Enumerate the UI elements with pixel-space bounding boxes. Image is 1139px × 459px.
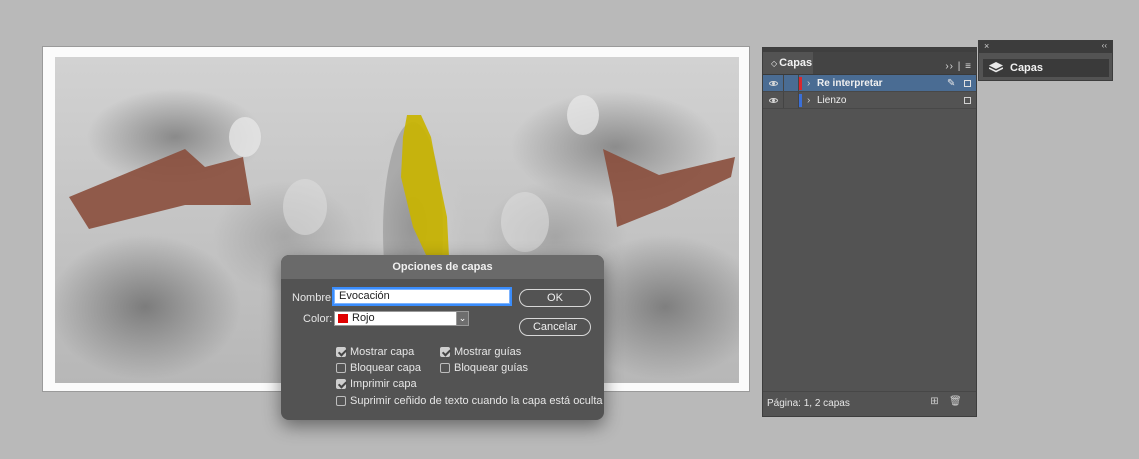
page-layer-count: Página: 1, 2 capas <box>767 398 850 409</box>
chevron-right-icon[interactable]: › <box>807 77 810 90</box>
print-layer-option[interactable]: Imprimir capa <box>336 377 417 391</box>
lock-guides-label: Bloquear guías <box>454 362 528 374</box>
suppress-wrap-option[interactable]: Suprimir ceñido de texto cuando la capa … <box>336 394 603 408</box>
dock-item-capas[interactable]: Capas <box>983 59 1109 77</box>
layer-color-tag <box>799 94 802 107</box>
lock-layer-option[interactable]: Bloquear capa <box>336 361 421 375</box>
print-layer-label: Imprimir capa <box>350 378 417 390</box>
layers-icon <box>989 62 1003 73</box>
new-layer-icon[interactable]: ⊞ <box>929 396 940 407</box>
panel-tabbar: ◇ Capas ›› | ≡ <box>763 52 976 75</box>
lock-toggle[interactable] <box>783 92 799 108</box>
show-guides-option[interactable]: Mostrar guías <box>440 345 521 359</box>
show-guides-checkbox[interactable] <box>440 347 450 357</box>
name-label: Nombre: <box>292 292 335 304</box>
trash-icon[interactable]: 🗑 <box>949 396 962 407</box>
show-layer-checkbox[interactable] <box>336 347 346 357</box>
layers-panel: ◇ Capas ›› | ≡ › Re interpretar ✎ › Lienz… <box>762 47 977 417</box>
lock-guides-checkbox[interactable] <box>440 363 450 373</box>
expand-icon[interactable]: ‹‹ <box>1102 40 1107 52</box>
chevron-down-icon[interactable]: ⌄ <box>456 311 469 326</box>
panel-footer: Página: 1, 2 capas ⊞ 🗑 <box>763 391 976 416</box>
name-field[interactable]: Evocación <box>334 289 510 304</box>
color-value: Rojo <box>352 312 375 324</box>
panel-dock: × ‹‹ Capas <box>978 40 1113 81</box>
layer-row-lienzo[interactable]: › Lienzo <box>763 92 976 109</box>
layer-color-tag <box>799 77 802 90</box>
selection-square-icon[interactable] <box>964 80 971 87</box>
suppress-wrap-checkbox[interactable] <box>336 396 346 406</box>
selection-square-icon[interactable] <box>964 97 971 104</box>
lock-toggle[interactable] <box>783 75 799 91</box>
show-layer-label: Mostrar capa <box>350 346 415 358</box>
tab-arrows-icon: ◇ <box>771 59 778 68</box>
tab-capas[interactable]: ◇ Capas <box>763 52 813 74</box>
left-angel-head <box>229 117 261 157</box>
dock-item-label: Capas <box>1010 62 1044 74</box>
pen-icon: ✎ <box>947 78 956 89</box>
left-wing-shape[interactable] <box>69 149 251 229</box>
suppress-wrap-label: Suprimir ceñido de texto cuando la capa … <box>350 395 603 407</box>
show-guides-label: Mostrar guías <box>454 346 522 358</box>
layer-row-re-interpretar[interactable]: › Re interpretar ✎ <box>763 75 976 92</box>
right-angel-head <box>567 95 599 135</box>
layer-name[interactable]: Lienzo <box>817 94 846 107</box>
right-figure <box>501 192 549 252</box>
dialog-title: Opciones de capas <box>281 255 604 279</box>
cancel-button[interactable]: Cancelar <box>519 318 591 336</box>
eye-icon[interactable] <box>769 81 778 86</box>
print-layer-checkbox[interactable] <box>336 379 346 389</box>
eye-icon[interactable] <box>769 98 778 103</box>
close-icon[interactable]: × <box>984 40 989 52</box>
tab-label: Capas <box>779 57 813 69</box>
ok-button[interactable]: OK <box>519 289 591 307</box>
lock-layer-checkbox[interactable] <box>336 363 346 373</box>
layer-name[interactable]: Re interpretar <box>817 77 883 90</box>
color-select[interactable]: Rojo ⌄ <box>334 311 469 326</box>
lock-guides-option[interactable]: Bloquear guías <box>440 361 528 375</box>
dock-header[interactable]: × ‹‹ <box>979 41 1112 53</box>
right-wing-shape[interactable] <box>603 149 735 227</box>
color-label: Color: <box>303 313 333 325</box>
color-swatch <box>338 314 348 323</box>
left-figure <box>283 179 327 235</box>
chevron-right-icon[interactable]: › <box>807 94 810 107</box>
show-layer-option[interactable]: Mostrar capa <box>336 345 414 359</box>
lock-layer-label: Bloquear capa <box>350 362 421 374</box>
